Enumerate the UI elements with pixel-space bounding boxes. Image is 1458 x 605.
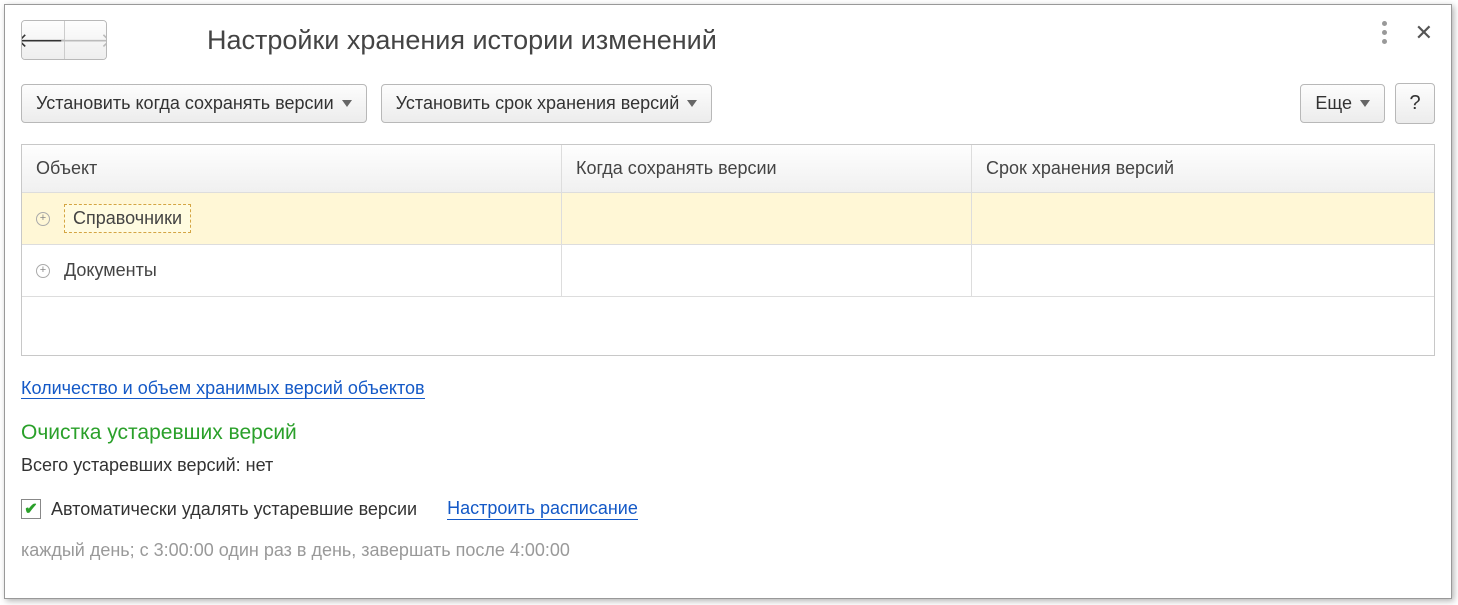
set-when-save-label: Установить когда сохранять версии [36, 93, 334, 114]
more-button[interactable]: Еще [1300, 84, 1385, 123]
cell-when-save [562, 193, 972, 244]
window-title: Настройки хранения истории изменений [207, 25, 717, 56]
configure-schedule-link[interactable]: Настроить расписание [447, 498, 638, 520]
auto-delete-checkbox[interactable]: ✔ [21, 499, 41, 519]
set-retention-label: Установить срок хранения версий [396, 93, 680, 114]
auto-delete-label: Автоматически удалять устаревшие версии [51, 499, 417, 520]
table-row[interactable]: + Справочники [22, 193, 1434, 245]
toolbar-right-group: Еще ? [1300, 83, 1435, 124]
schedule-summary: каждый день; с 3:00:00 один раз в день, … [21, 540, 1435, 561]
expand-icon[interactable]: + [36, 264, 50, 278]
cell-retention [972, 245, 1434, 296]
set-retention-button[interactable]: Установить срок хранения версий [381, 84, 713, 123]
table-row[interactable]: + Документы [22, 245, 1434, 297]
cell-when-save [562, 245, 972, 296]
window-header: 🡐 🡒 Настройки хранения истории изменений… [21, 15, 1435, 65]
auto-delete-row: ✔ Автоматически удалять устаревшие верси… [21, 498, 1435, 520]
chevron-down-icon [687, 100, 697, 107]
cleanup-section-title: Очистка устаревших версий [21, 421, 1435, 445]
question-icon: ? [1409, 92, 1420, 115]
kebab-menu-icon[interactable] [1382, 21, 1387, 44]
count-volume-link-row: Количество и объем хранимых версий объек… [21, 378, 1435, 399]
objects-table: Объект Когда сохранять версии Срок хране… [21, 144, 1435, 356]
nav-forward-button[interactable]: 🡒 [64, 21, 106, 59]
nav-button-group: 🡐 🡒 [21, 20, 107, 60]
column-header-retention[interactable]: Срок хранения версий [972, 145, 1434, 192]
count-volume-link[interactable]: Количество и объем хранимых версий объек… [21, 378, 425, 399]
close-icon[interactable]: ✕ [1415, 22, 1433, 44]
more-label: Еще [1315, 93, 1352, 114]
object-label: Справочники [64, 204, 191, 233]
cell-object: + Справочники [22, 193, 562, 244]
chevron-down-icon [1360, 100, 1370, 107]
help-button[interactable]: ? [1395, 83, 1435, 124]
set-when-save-button[interactable]: Установить когда сохранять версии [21, 84, 367, 123]
nav-back-button[interactable]: 🡐 [22, 21, 64, 59]
outdated-count-label: Всего устаревших версий: [21, 455, 241, 475]
checkmark-icon: ✔ [24, 499, 37, 519]
table-header-row: Объект Когда сохранять версии Срок хране… [22, 145, 1434, 193]
expand-icon[interactable]: + [36, 212, 50, 226]
outdated-count-value: нет [246, 455, 274, 475]
object-label: Документы [64, 260, 157, 281]
outdated-count-line: Всего устаревших версий: нет [21, 455, 1435, 476]
chevron-down-icon [342, 100, 352, 107]
toolbar: Установить когда сохранять версии Устано… [21, 83, 1435, 124]
settings-window: 🡐 🡒 Настройки хранения истории изменений… [4, 4, 1452, 599]
window-controls: ✕ [1382, 21, 1433, 44]
arrow-right-icon: 🡒 [59, 28, 107, 53]
cell-retention [972, 193, 1434, 244]
cell-object: + Документы [22, 245, 562, 296]
column-header-object[interactable]: Объект [22, 145, 562, 192]
column-header-when-save[interactable]: Когда сохранять версии [562, 145, 972, 192]
